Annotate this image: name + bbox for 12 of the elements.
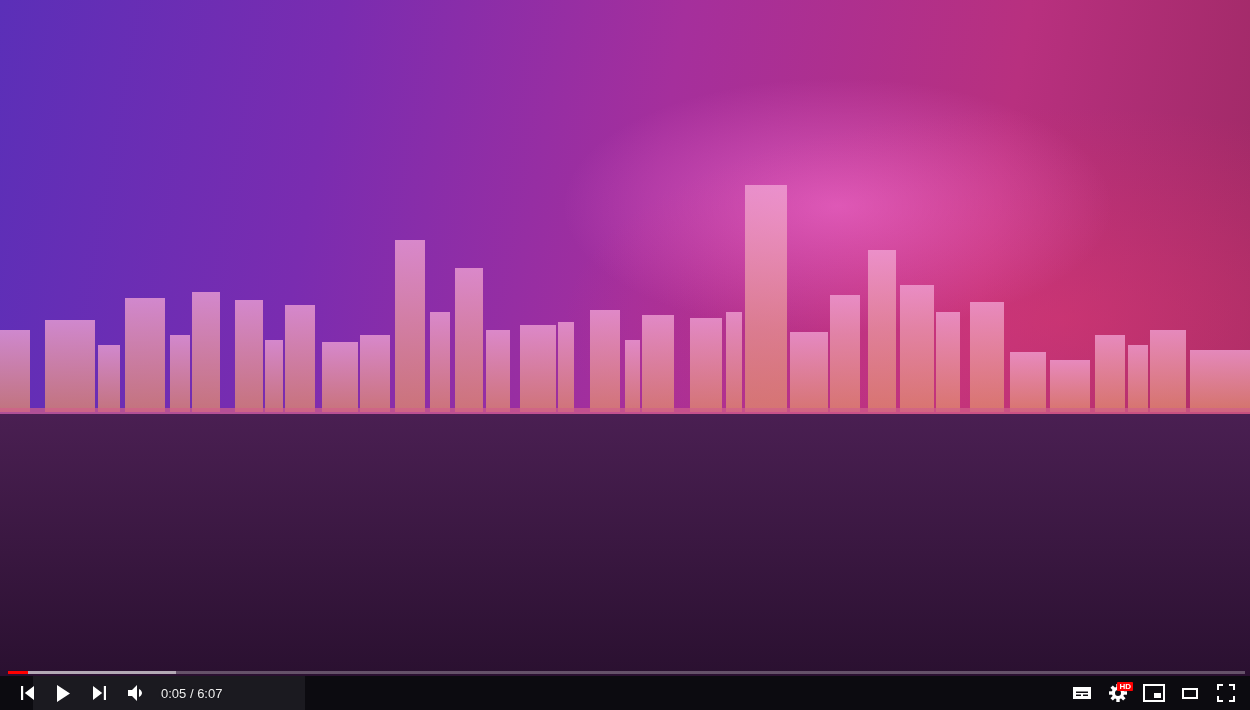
speaker-icon — [128, 685, 142, 701]
time-display: 0:05 / 6:07 — [161, 685, 223, 701]
play-icon — [56, 684, 70, 702]
hd-badge: HD — [1117, 682, 1133, 691]
progress-track[interactable] — [8, 671, 1245, 674]
skip-next-icon — [92, 686, 106, 700]
subtitles-icon — [1073, 687, 1091, 699]
skip-previous-icon — [20, 686, 34, 700]
fullscreen-icon — [1217, 684, 1235, 702]
wide-rectangle-icon — [1182, 687, 1198, 699]
settings-button[interactable]: HD — [1100, 676, 1136, 710]
picture-in-picture-icon — [1143, 684, 1165, 702]
